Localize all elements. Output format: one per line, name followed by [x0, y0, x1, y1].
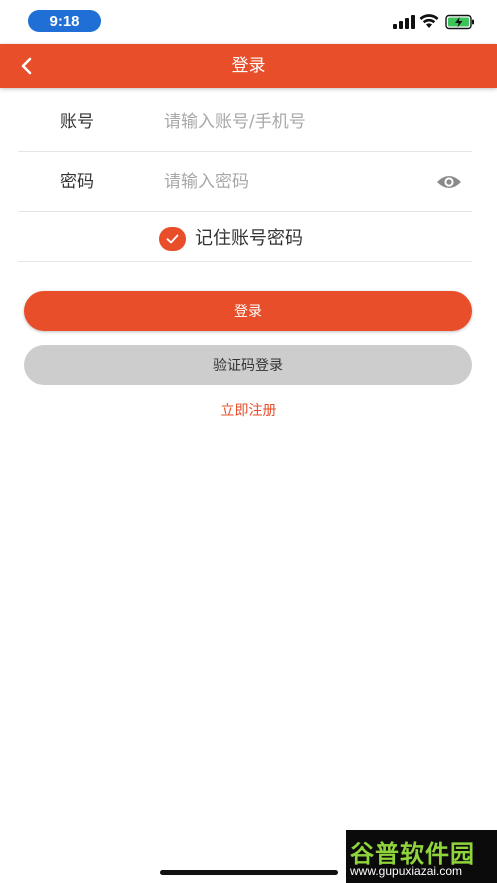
account-input[interactable]: [164, 106, 424, 138]
nav-bar: 登录: [0, 44, 497, 88]
account-row: 账号: [18, 92, 472, 152]
signal-icon: [393, 15, 415, 29]
eye-icon[interactable]: [436, 173, 462, 191]
remember-label: 记住账号密码: [195, 228, 303, 249]
remember-checkbox[interactable]: [159, 227, 186, 251]
register-link[interactable]: 立即注册: [0, 400, 497, 422]
status-time: 9:18: [28, 10, 101, 32]
account-label: 账号: [60, 112, 94, 132]
back-arrow-icon[interactable]: [12, 52, 42, 80]
page-title: 登录: [231, 56, 266, 76]
code-login-button[interactable]: 验证码登录: [24, 345, 472, 385]
home-indicator[interactable]: [160, 870, 338, 875]
password-input[interactable]: [164, 166, 424, 198]
remember-row: 记住账号密码: [18, 212, 472, 262]
battery-charging-icon: [445, 14, 474, 30]
login-button[interactable]: 登录: [24, 291, 472, 331]
password-label: 密码: [60, 172, 94, 192]
wifi-icon: [419, 14, 439, 28]
watermark-logo: 谷普软件园 www.gupuxiazai.com: [346, 830, 497, 883]
password-row: 密码: [18, 152, 472, 212]
checkmark-icon: [166, 234, 179, 244]
status-bar: 9:18: [0, 0, 497, 44]
watermark-url: www.gupuxiazai.com: [350, 864, 463, 878]
login-screen: 9:18 登录 账号 密码: [0, 0, 497, 883]
